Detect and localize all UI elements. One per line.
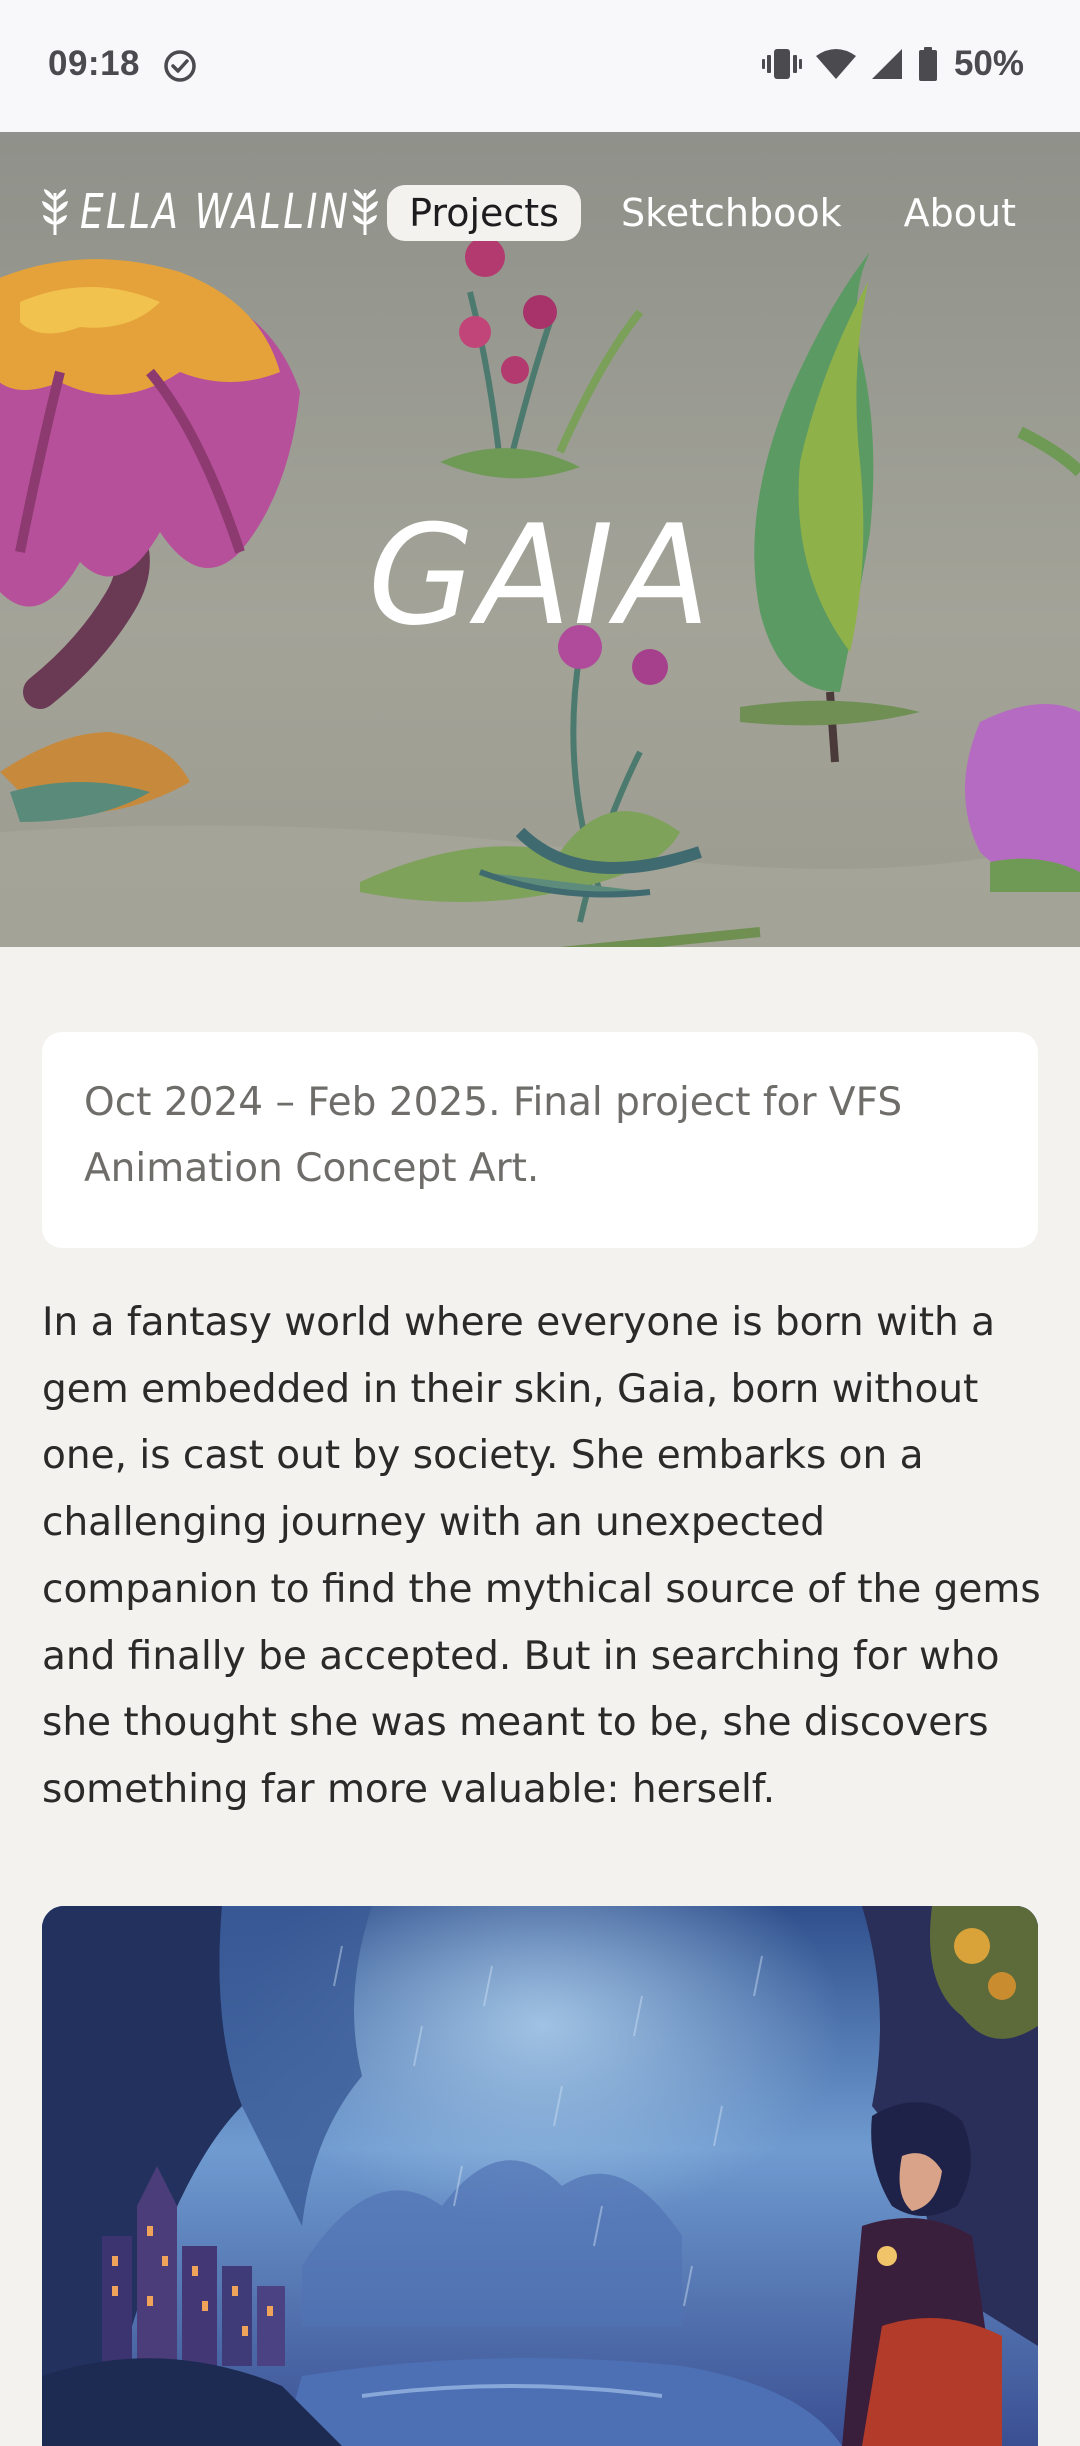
nav-link-projects[interactable]: Projects	[387, 185, 581, 241]
leaf-sprig-icon	[42, 189, 68, 235]
site-logo[interactable]: ELLA WALLIN	[40, 184, 380, 240]
hero-banner: ELLA WALLIN Projects Sketchbook About GA…	[0, 132, 1080, 947]
leaf-sprig-icon-right	[352, 189, 378, 235]
wifi-icon	[815, 49, 856, 79]
nav-link-about[interactable]: About	[882, 185, 1038, 241]
status-bar: 09:18 50%	[0, 0, 1080, 132]
project-meta-text: Oct 2024 – Feb 2025. Final project for V…	[84, 1080, 903, 1191]
vibrate-icon	[761, 49, 802, 79]
status-icons: 50%	[761, 44, 1024, 84]
project-artwork[interactable]	[42, 1906, 1038, 2446]
project-description: In a fantasy world where everyone is bor…	[42, 1300, 1041, 1812]
project-meta-card: Oct 2024 – Feb 2025. Final project for V…	[42, 1032, 1038, 1248]
battery-percent: 50%	[953, 44, 1024, 83]
status-time: 09:18	[48, 44, 141, 83]
sync-done-icon	[164, 50, 196, 82]
artwork-illustration	[42, 1906, 1038, 2446]
top-navigation: ELLA WALLIN Projects Sketchbook About	[0, 132, 1080, 302]
battery-icon	[918, 47, 937, 81]
logo-text: ELLA WALLIN	[80, 184, 351, 240]
nav-link-sketchbook[interactable]: Sketchbook	[599, 185, 864, 241]
signal-icon	[871, 49, 902, 79]
project-title: GAIA	[367, 495, 713, 656]
nav-links: Projects Sketchbook About	[387, 185, 1038, 241]
